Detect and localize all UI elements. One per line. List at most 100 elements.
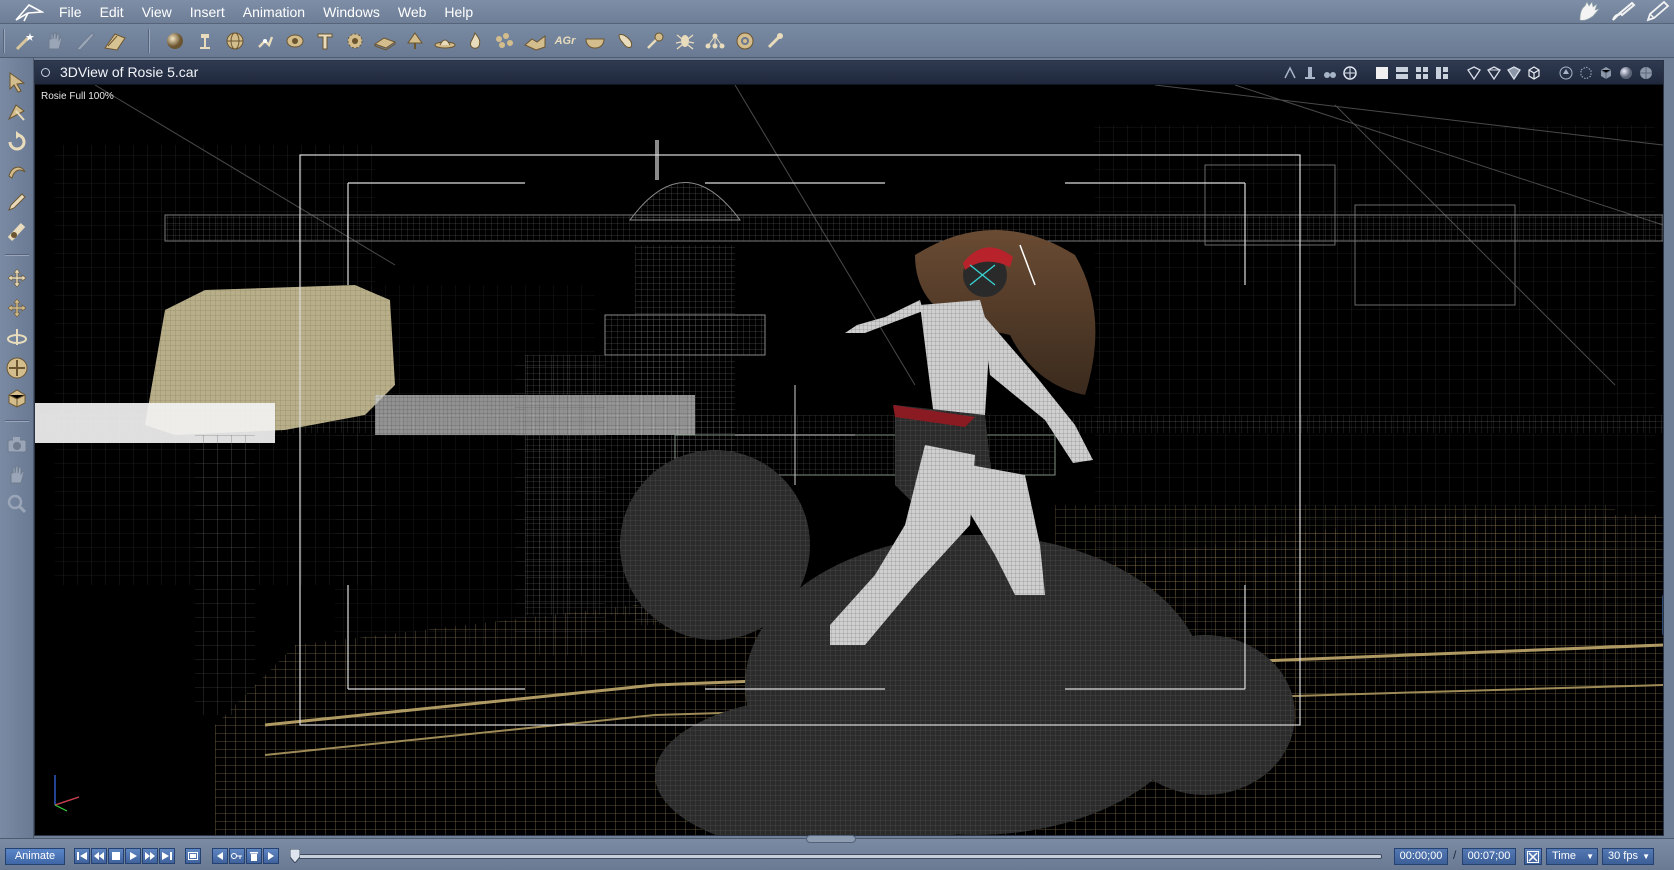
terrain-icon[interactable]	[520, 28, 550, 54]
menu-view[interactable]: View	[133, 3, 181, 21]
fps-select[interactable]: 30 fps ▼	[1602, 848, 1654, 865]
menu-help[interactable]: Help	[435, 3, 482, 21]
rotate-3d-icon[interactable]	[3, 324, 31, 352]
layout-split-icon[interactable]	[1433, 65, 1451, 81]
close-icon[interactable]	[41, 68, 50, 77]
tape-icon[interactable]	[3, 218, 31, 246]
gear-cog-icon[interactable]	[340, 28, 370, 54]
sphere-icon[interactable]	[160, 28, 190, 54]
animate-button[interactable]: Animate	[5, 848, 65, 865]
pen-edit-icon[interactable]	[1644, 0, 1670, 22]
arrow-up-icon[interactable]	[1557, 65, 1575, 81]
target-icon[interactable]	[730, 28, 760, 54]
shell-icon[interactable]	[1341, 65, 1359, 81]
camera-icon[interactable]	[3, 430, 31, 458]
plane-icon[interactable]	[370, 28, 400, 54]
go-end-icon[interactable]	[159, 848, 175, 864]
paint-brush-icon[interactable]	[1610, 0, 1636, 22]
direct-select-icon[interactable]	[3, 98, 31, 126]
hand-icon[interactable]	[40, 28, 70, 54]
hand-pan-icon[interactable]	[3, 460, 31, 488]
tool-palette	[0, 58, 34, 838]
timeline-thumb[interactable]	[290, 849, 300, 863]
network-icon[interactable]	[700, 28, 730, 54]
fire-icon[interactable]	[460, 28, 490, 54]
rotate-icon[interactable]	[3, 128, 31, 156]
chevron-down-icon: ▼	[1642, 852, 1650, 861]
layout-four-icon[interactable]	[1413, 65, 1431, 81]
fit-x-icon[interactable]	[1524, 848, 1542, 865]
palette-divider	[5, 254, 29, 256]
insect-icon[interactable]	[670, 28, 700, 54]
go-start-icon[interactable]	[74, 848, 90, 864]
bowl-icon[interactable]	[580, 28, 610, 54]
particles-icon[interactable]	[490, 28, 520, 54]
box-icon[interactable]	[3, 384, 31, 412]
select-arrow-icon[interactable]	[3, 68, 31, 96]
key-icon[interactable]	[229, 848, 245, 864]
time-mode-value: Time	[1552, 850, 1577, 862]
menu-animation[interactable]: Animation	[234, 3, 314, 21]
crane-icon[interactable]	[1301, 65, 1319, 81]
cube-wire-icon[interactable]	[1525, 65, 1543, 81]
shield-a-icon[interactable]	[1465, 65, 1483, 81]
main-toolbar: AGr	[0, 24, 1674, 58]
move-icon[interactable]	[3, 264, 31, 292]
skeleton-icon[interactable]	[250, 28, 280, 54]
pencil-icon[interactable]	[3, 188, 31, 216]
next-key-icon[interactable]	[142, 848, 158, 864]
total-time-field[interactable]: 00:07;00	[1462, 848, 1516, 865]
menu-file[interactable]: File	[50, 3, 91, 21]
prev-key-icon[interactable]	[91, 848, 107, 864]
layout-single-icon[interactable]	[1373, 65, 1391, 81]
cube-dotted-icon[interactable]	[1577, 65, 1595, 81]
twist-icon[interactable]	[3, 158, 31, 186]
pointer-hand-icon[interactable]	[70, 28, 100, 54]
cube-solid-icon[interactable]	[1597, 65, 1615, 81]
play-icon[interactable]	[125, 848, 141, 864]
viewport-canvas[interactable]: Rosie Full 100%	[35, 85, 1663, 835]
current-time-field[interactable]: 00:00;00	[1394, 848, 1448, 865]
text-icon[interactable]	[310, 28, 340, 54]
stop-icon[interactable]	[108, 848, 124, 864]
menu-windows[interactable]: Windows	[314, 3, 389, 21]
globe-icon[interactable]	[220, 28, 250, 54]
sphere-textured-icon[interactable]	[1637, 65, 1655, 81]
frame-icon[interactable]	[185, 848, 201, 864]
app-logo-icon[interactable]	[14, 2, 44, 22]
render-icon[interactable]	[100, 28, 130, 54]
menu-edit[interactable]: Edit	[91, 3, 133, 21]
light-icon[interactable]	[190, 28, 220, 54]
palette-divider	[5, 420, 29, 422]
trash-icon[interactable]	[246, 848, 262, 864]
shield-b-icon[interactable]	[1485, 65, 1503, 81]
timeline-grip[interactable]	[806, 835, 856, 843]
next-icon[interactable]	[263, 848, 279, 864]
tree-icon[interactable]	[400, 28, 430, 54]
camera-label: Rosie Full 100%	[41, 91, 114, 102]
menu-web[interactable]: Web	[389, 3, 436, 21]
dolly-icon[interactable]	[1281, 65, 1299, 81]
agr-icon[interactable]: AGr	[550, 28, 580, 54]
scene-render	[35, 85, 1663, 835]
track-icon[interactable]	[1321, 65, 1339, 81]
bone-icon[interactable]	[610, 28, 640, 54]
time-mode-select[interactable]: Time ▼	[1546, 848, 1598, 865]
layout-two-icon[interactable]	[1393, 65, 1411, 81]
menu-insert[interactable]: Insert	[181, 3, 234, 21]
move-xy-icon[interactable]	[3, 294, 31, 322]
scale-icon[interactable]	[3, 354, 31, 382]
eye-target-icon[interactable]	[280, 28, 310, 54]
pin-icon[interactable]	[640, 28, 670, 54]
prev-icon[interactable]	[212, 848, 228, 864]
toolbar-divider	[3, 29, 5, 53]
sphere-shaded-icon[interactable]	[1617, 65, 1635, 81]
brush-tool-icon[interactable]	[760, 28, 790, 54]
hand-glove-icon[interactable]	[1576, 0, 1602, 22]
viewport-resize-handle[interactable]	[1662, 593, 1663, 637]
timeline-track[interactable]	[292, 854, 1382, 859]
zoom-icon[interactable]	[3, 490, 31, 518]
magic-wand-icon[interactable]	[10, 28, 40, 54]
hat-icon[interactable]	[430, 28, 460, 54]
shield-c-icon[interactable]	[1505, 65, 1523, 81]
